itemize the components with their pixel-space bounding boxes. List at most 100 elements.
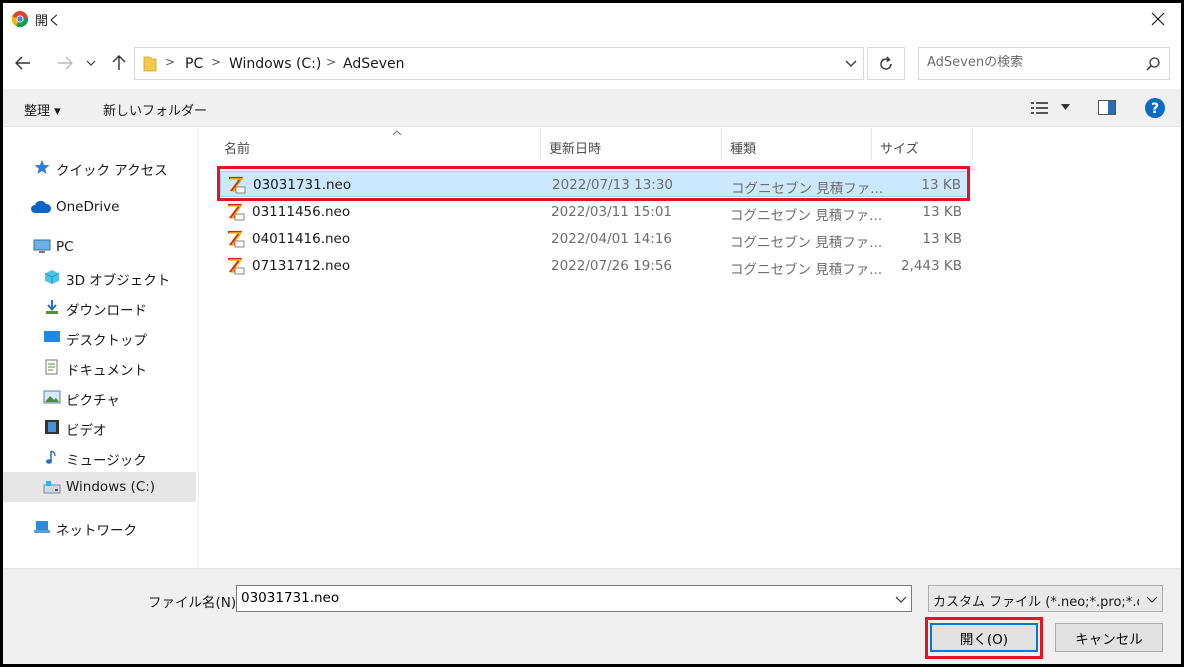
file-type: コグニセブン 見積ファ... bbox=[730, 235, 883, 251]
chevron-down-icon[interactable] bbox=[895, 591, 907, 607]
file-row[interactable]: 07131712.neo 2022/07/26 19:56 コグニセブン 見積フ… bbox=[220, 253, 968, 279]
chevron-down-icon bbox=[86, 60, 96, 66]
file-date: 2022/07/26 19:56 bbox=[551, 258, 673, 274]
filename-label: ファイル名(N): bbox=[148, 595, 241, 611]
column-header-date[interactable]: 更新日時 bbox=[541, 128, 722, 160]
refresh-button[interactable] bbox=[867, 47, 905, 80]
neo-file-icon bbox=[228, 203, 245, 221]
arrow-up-icon bbox=[112, 55, 126, 70]
sidebar-item-onedrive[interactable]: OneDrive bbox=[3, 192, 196, 222]
chevron-down-icon[interactable] bbox=[1061, 104, 1070, 110]
folder-icon bbox=[143, 56, 157, 72]
file-name: 03111456.neo bbox=[252, 204, 351, 220]
cloud-icon bbox=[31, 200, 52, 213]
picture-icon bbox=[43, 390, 61, 404]
close-icon bbox=[1151, 12, 1165, 26]
filename-input[interactable] bbox=[241, 590, 881, 606]
sidebar-item-documents[interactable]: ドキュメント bbox=[3, 352, 196, 382]
breadcrumb-adseven[interactable]: AdSeven bbox=[343, 56, 405, 72]
file-type: コグニセブン 見積ファ... bbox=[730, 262, 883, 278]
file-row[interactable]: 03111456.neo 2022/03/11 15:01 コグニセブン 見積フ… bbox=[220, 199, 968, 225]
chevron-down-icon bbox=[1146, 596, 1158, 603]
file-type-filter[interactable]: カスタム ファイル (*.neo;*.pro;*.csv;* bbox=[928, 585, 1163, 612]
sidebar-item-downloads[interactable]: ダウンロード bbox=[3, 292, 196, 322]
title-bar: 開く bbox=[3, 3, 1181, 35]
file-size: 2,443 KB bbox=[900, 258, 962, 274]
sidebar-item-music[interactable]: ミュージック bbox=[3, 442, 196, 472]
sidebar-item-quick-access[interactable]: クイック アクセス bbox=[3, 152, 196, 182]
file-date: 2022/04/01 14:16 bbox=[551, 231, 673, 247]
sidebar-item-pictures[interactable]: ピクチャ bbox=[3, 382, 196, 412]
sidebar-item-network[interactable]: ネットワーク bbox=[3, 512, 196, 542]
arrow-left-icon bbox=[15, 56, 30, 70]
video-icon bbox=[45, 420, 59, 434]
breadcrumb-separator: > bbox=[211, 55, 222, 69]
view-details-icon[interactable] bbox=[1031, 101, 1049, 115]
dialog-footer: ファイル名(N): カスタム ファイル (*.neo;*.pro;*.csv;*… bbox=[3, 568, 1181, 664]
organize-menu[interactable]: 整理 ▾ bbox=[24, 100, 61, 119]
computer-icon bbox=[33, 239, 51, 253]
document-icon bbox=[45, 359, 58, 375]
sidebar-item-desktop[interactable]: デスクトップ bbox=[3, 322, 196, 352]
command-bar: 整理 ▾ 新しいフォルダー ? bbox=[3, 89, 1181, 127]
star-icon bbox=[34, 160, 50, 174]
search-box[interactable] bbox=[918, 47, 1170, 80]
open-button[interactable]: 開く(O) bbox=[930, 623, 1038, 652]
cancel-button[interactable]: キャンセル bbox=[1055, 623, 1163, 652]
window-title: 開く bbox=[35, 14, 62, 29]
help-icon[interactable]: ? bbox=[1144, 97, 1166, 119]
sidebar-item-pc[interactable]: PC bbox=[3, 232, 196, 262]
neo-file-icon bbox=[228, 257, 245, 275]
file-size: 13 KB bbox=[921, 177, 961, 193]
search-input[interactable] bbox=[927, 55, 1137, 70]
search-icon[interactable] bbox=[1145, 56, 1161, 72]
file-row[interactable]: 03031731.neo 2022/07/13 13:30 コグニセブン 見積フ… bbox=[220, 171, 968, 197]
sidebar-item-videos[interactable]: ビデオ bbox=[3, 412, 196, 442]
desktop-icon bbox=[44, 331, 60, 342]
network-icon bbox=[34, 521, 50, 533]
address-bar[interactable]: > PC > Windows (C:) > AdSeven bbox=[134, 47, 864, 80]
neo-file-icon bbox=[229, 176, 246, 194]
new-folder-button[interactable]: 新しいフォルダー bbox=[103, 100, 207, 119]
file-name: 07131712.neo bbox=[252, 258, 351, 274]
filename-combobox[interactable] bbox=[236, 585, 912, 612]
open-file-dialog: 開く > PC > Windows (C:) > AdSeven AdSeven… bbox=[3, 3, 1181, 664]
close-button[interactable] bbox=[1135, 3, 1181, 35]
refresh-icon bbox=[880, 56, 892, 70]
chevron-down-icon[interactable] bbox=[845, 55, 857, 71]
up-button[interactable] bbox=[107, 49, 131, 77]
cube-icon bbox=[44, 270, 60, 284]
arrow-right-icon bbox=[58, 56, 73, 70]
file-date: 2022/03/11 15:01 bbox=[551, 204, 673, 220]
file-date: 2022/07/13 13:30 bbox=[552, 177, 674, 193]
column-header-name[interactable]: 名前 bbox=[216, 128, 541, 160]
sidebar-item-windows-c[interactable]: Windows (C:) bbox=[3, 472, 196, 502]
forward-button[interactable] bbox=[53, 49, 77, 77]
file-size: 13 KB bbox=[922, 204, 962, 220]
music-icon bbox=[46, 450, 56, 464]
breadcrumb-separator: > bbox=[326, 55, 337, 69]
breadcrumb-windows-c[interactable]: Windows (C:) bbox=[229, 56, 321, 72]
file-row[interactable]: 04011416.neo 2022/04/01 14:16 コグニセブン 見積フ… bbox=[220, 226, 968, 252]
file-name: 03031731.neo bbox=[253, 177, 352, 193]
column-header-type[interactable]: 種類 bbox=[722, 128, 872, 160]
download-icon bbox=[46, 300, 58, 314]
breadcrumb-separator: > bbox=[165, 55, 176, 69]
file-list: 名前 更新日時 種類 サイズ 03031731.neo 2022/07/13 1… bbox=[200, 128, 1181, 568]
navigation-pane: クイック アクセス OneDrive PC 3D オブジェクト ダウンロード デ… bbox=[3, 128, 199, 568]
breadcrumb-pc[interactable]: PC bbox=[185, 56, 203, 72]
neo-file-icon bbox=[228, 230, 245, 248]
navigation-bar: > PC > Windows (C:) > AdSeven bbox=[3, 43, 1181, 83]
file-type-filter-value: カスタム ファイル (*.neo;*.pro;*.csv;* bbox=[933, 595, 1139, 610]
recent-locations-button[interactable] bbox=[83, 49, 99, 77]
sidebar-item-3d-objects[interactable]: 3D オブジェクト bbox=[3, 262, 196, 292]
preview-pane-icon[interactable] bbox=[1098, 100, 1116, 115]
sort-ascending-icon bbox=[392, 130, 402, 136]
chrome-icon bbox=[11, 11, 29, 28]
back-button[interactable] bbox=[11, 49, 35, 77]
file-size: 13 KB bbox=[922, 231, 962, 247]
file-name: 04011416.neo bbox=[252, 231, 351, 247]
file-type: コグニセブン 見積ファ... bbox=[731, 181, 884, 197]
drive-icon bbox=[43, 481, 61, 494]
column-header-size[interactable]: サイズ bbox=[872, 128, 973, 160]
